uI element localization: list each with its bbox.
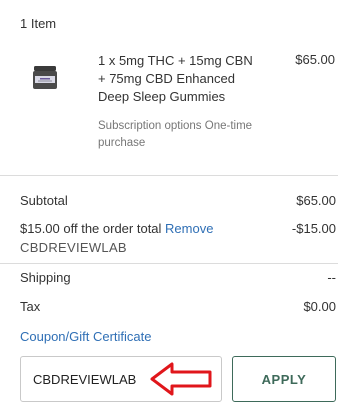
tax-value: $0.00 xyxy=(303,299,336,314)
discount-row: $15.00 off the order total Remove -$15.0… xyxy=(20,221,336,236)
divider xyxy=(0,175,338,176)
subtotal-label: Subtotal xyxy=(20,193,68,208)
coupon-gift-certificate-link[interactable]: Coupon/Gift Certificate xyxy=(20,329,152,344)
remove-discount-link[interactable]: Remove xyxy=(165,221,213,236)
discount-value: -$15.00 xyxy=(291,221,336,236)
discount-text: $15.00 off the order total Remove xyxy=(20,221,213,236)
tax-row: Tax $0.00 xyxy=(20,299,336,314)
subtotal-value: $65.00 xyxy=(296,193,336,208)
shipping-row: Shipping -- xyxy=(20,270,336,285)
coupon-link-row: Coupon/Gift Certificate xyxy=(20,329,336,344)
product-options: Subscription options One-time purchase xyxy=(98,120,253,149)
item-count: 1 Item xyxy=(20,16,57,31)
product-price: $65.00 xyxy=(295,52,335,67)
tax-label: Tax xyxy=(20,299,41,314)
product-row: 1 x 5mg THC + 15mg CBN + 75mg CBD Enhanc… xyxy=(0,52,338,162)
product-jar-icon xyxy=(33,66,57,89)
red-arrow-icon xyxy=(150,362,212,396)
shipping-value: -- xyxy=(327,270,336,285)
subtotal-row: Subtotal $65.00 xyxy=(20,193,336,208)
product-name[interactable]: 1 x 5mg THC + 15mg CBN + 75mg CBD Enhanc… xyxy=(98,52,258,106)
apply-button[interactable]: APPLY xyxy=(232,356,336,402)
discount-label: $15.00 off the order total xyxy=(20,221,162,236)
shipping-label: Shipping xyxy=(20,270,71,285)
divider xyxy=(0,263,338,264)
discount-code: CBDREVIEWLAB xyxy=(20,240,127,255)
